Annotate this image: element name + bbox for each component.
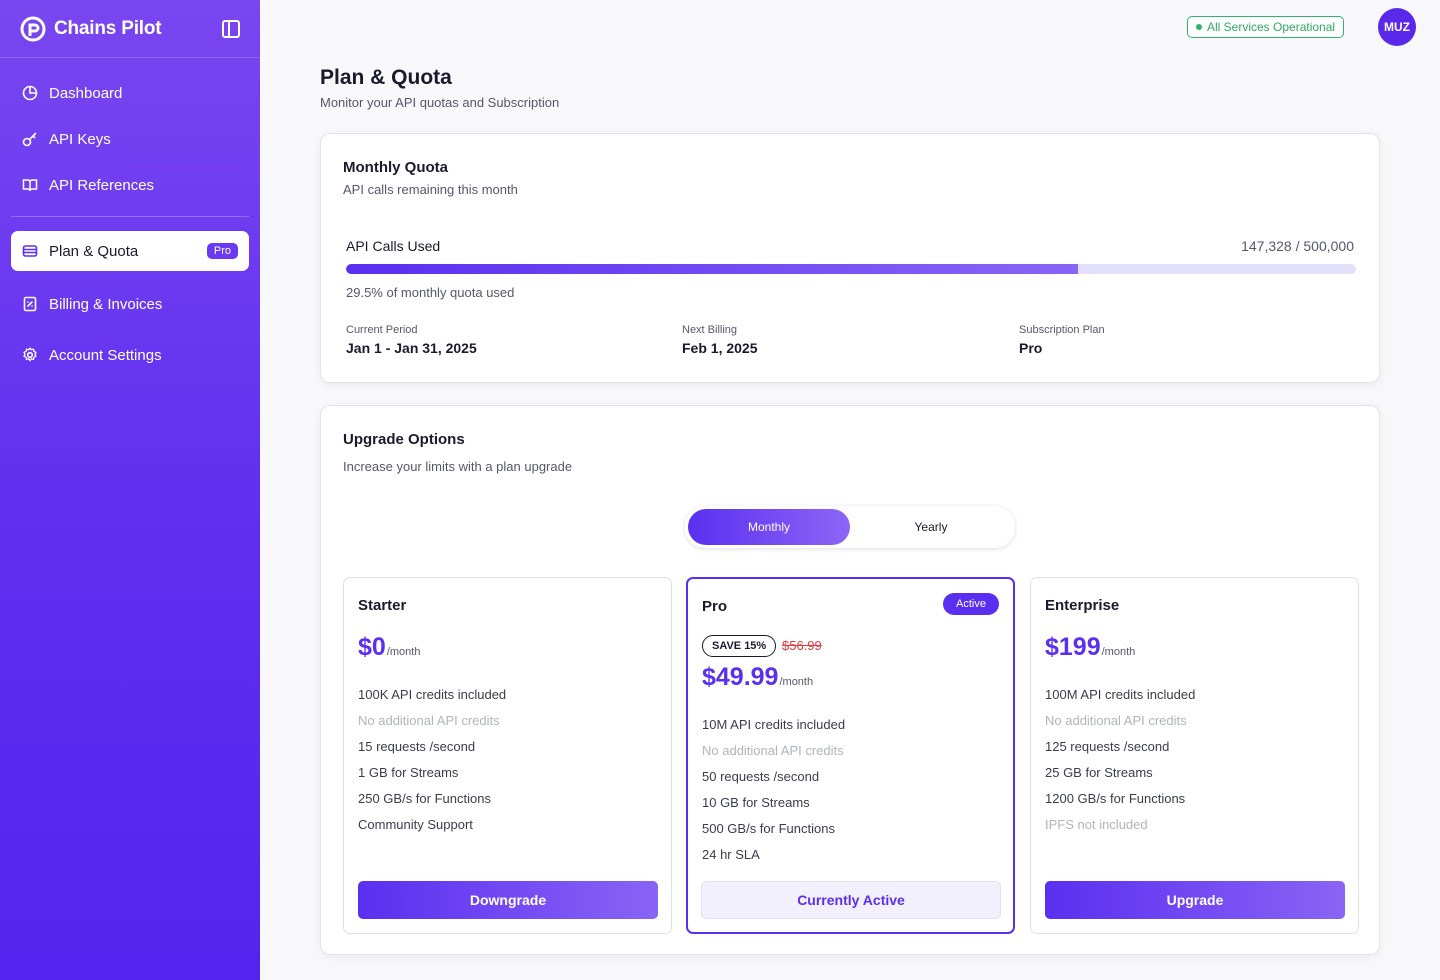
quota-title: Monthly Quota bbox=[343, 159, 448, 176]
billing-period-toggle: Monthly Yearly bbox=[685, 506, 1015, 548]
next-billing: Next Billing Feb 1, 2025 bbox=[682, 324, 758, 356]
meta-value: Feb 1, 2025 bbox=[682, 340, 758, 356]
key-icon bbox=[22, 131, 38, 147]
price-period: /month bbox=[386, 646, 421, 658]
api-calls-label: API Calls Used bbox=[346, 238, 441, 254]
feature-item: 50 requests /second bbox=[702, 769, 820, 784]
sidebar-item-account-settings[interactable]: Account Settings bbox=[0, 332, 260, 378]
feature-item: 500 GB/s for Functions bbox=[702, 821, 835, 836]
quota-subtitle: API calls remaining this month bbox=[343, 182, 518, 197]
quota-progress-bar bbox=[346, 264, 1356, 274]
sidebar-item-label: Dashboard bbox=[49, 84, 123, 102]
feature-item: No additional API credits bbox=[702, 743, 844, 758]
feature-item: IPFS not included bbox=[1045, 817, 1148, 832]
sidebar-item-label: API Keys bbox=[49, 130, 111, 148]
plan-badge: Pro bbox=[206, 243, 238, 259]
plan-name: Pro bbox=[702, 598, 728, 615]
avatar[interactable]: MUZ bbox=[1378, 8, 1416, 46]
plan-features: 100K API credits included No additional … bbox=[358, 682, 506, 838]
monthly-quota-card: Monthly Quota API calls remaining this m… bbox=[320, 133, 1380, 383]
service-status-badge: All Services Operational bbox=[1187, 16, 1345, 38]
active-badge: Active bbox=[943, 593, 999, 615]
plan-icon bbox=[22, 243, 38, 259]
plan-card-enterprise: Enterprise $199 /month 100M API credits … bbox=[1030, 577, 1359, 934]
upgrade-button[interactable]: Upgrade bbox=[1045, 881, 1345, 919]
old-price: $56.99 bbox=[782, 638, 822, 653]
downgrade-button[interactable]: Downgrade bbox=[358, 881, 658, 919]
price-amount: $49.99 bbox=[702, 663, 779, 691]
plan-card-starter: Starter $0 /month 100K API credits inclu… bbox=[343, 577, 672, 934]
plan-name: Enterprise bbox=[1045, 597, 1120, 614]
price-period: /month bbox=[779, 676, 814, 688]
feature-item: No additional API credits bbox=[1045, 713, 1187, 728]
meta-key: Current Period bbox=[346, 324, 418, 336]
sidebar: Chains Pilot Dashboard API Keys API Refe… bbox=[0, 0, 260, 980]
invoice-icon bbox=[22, 296, 38, 312]
status-dot-icon bbox=[1196, 24, 1202, 30]
feature-item: 100M API credits included bbox=[1045, 687, 1196, 702]
gear-icon bbox=[22, 347, 38, 363]
meta-value: Pro bbox=[1019, 340, 1043, 356]
sidebar-toggle-icon[interactable] bbox=[222, 20, 240, 38]
sidebar-nav: Dashboard API Keys API References Plan &… bbox=[0, 58, 260, 378]
brand: Chains Pilot bbox=[0, 0, 260, 58]
plan-card-pro: Pro Active SAVE 15% $56.99 $49.99 /month… bbox=[686, 577, 1015, 934]
brand-name: Chains Pilot bbox=[54, 17, 162, 39]
plan-price: $0 /month bbox=[358, 633, 420, 662]
toggle-yearly[interactable]: Yearly bbox=[850, 509, 1012, 545]
feature-item: 10 GB for Streams bbox=[702, 795, 810, 810]
service-status-text: All Services Operational bbox=[1207, 20, 1336, 34]
meta-value: Jan 1 - Jan 31, 2025 bbox=[346, 340, 477, 356]
sidebar-item-label: Plan & Quota bbox=[49, 242, 139, 260]
feature-item: 1200 GB/s for Functions bbox=[1045, 791, 1186, 806]
upgrade-title: Upgrade Options bbox=[343, 431, 465, 448]
plan-price: $49.99 /month bbox=[702, 663, 813, 692]
feature-item: 1 GB for Streams bbox=[358, 765, 459, 780]
plan-name: Starter bbox=[358, 597, 407, 614]
plan-features: 100M API credits included No additional … bbox=[1045, 682, 1195, 838]
plan-features: 10M API credits included No additional A… bbox=[702, 712, 845, 868]
feature-item: 100K API credits included bbox=[358, 687, 507, 702]
nav-divider bbox=[11, 216, 249, 217]
sidebar-item-label: API References bbox=[49, 176, 155, 194]
meta-key: Next Billing bbox=[682, 324, 738, 336]
dashboard-icon bbox=[22, 85, 38, 101]
sidebar-item-plan-quota[interactable]: Plan & Quota Pro bbox=[11, 231, 249, 271]
chains-pilot-logo-icon bbox=[20, 16, 46, 41]
feature-item: 10M API credits included bbox=[702, 717, 846, 732]
price-amount: $0 bbox=[358, 633, 386, 661]
quota-percent-text: 29.5% of monthly quota used bbox=[346, 285, 515, 300]
quota-progress-fill bbox=[346, 264, 1079, 274]
sidebar-item-api-keys[interactable]: API Keys bbox=[0, 116, 260, 162]
feature-item: 15 requests /second bbox=[358, 739, 476, 754]
sidebar-item-label: Billing & Invoices bbox=[49, 295, 163, 313]
save-badge: SAVE 15% bbox=[702, 635, 777, 657]
currently-active-button[interactable]: Currently Active bbox=[701, 881, 1001, 919]
book-icon bbox=[22, 177, 38, 193]
sidebar-item-label: Account Settings bbox=[49, 346, 162, 364]
page-title: Plan & Quota bbox=[320, 66, 452, 89]
upgrade-options-card: Upgrade Options Increase your limits wit… bbox=[320, 405, 1380, 955]
price-period: /month bbox=[1101, 646, 1136, 658]
upgrade-subtitle: Increase your limits with a plan upgrade bbox=[343, 459, 573, 474]
api-calls-value: 147,328 / 500,000 bbox=[1241, 238, 1354, 254]
meta-key: Subscription Plan bbox=[1019, 324, 1105, 336]
toggle-monthly[interactable]: Monthly bbox=[688, 509, 850, 545]
sidebar-item-billing-invoices[interactable]: Billing & Invoices bbox=[0, 281, 260, 327]
sidebar-item-api-references[interactable]: API References bbox=[0, 162, 260, 208]
subscription-plan: Subscription Plan Pro bbox=[1019, 324, 1105, 356]
feature-item: 250 GB/s for Functions bbox=[358, 791, 491, 806]
feature-item: Community Support bbox=[358, 817, 473, 832]
feature-item: 25 GB for Streams bbox=[1045, 765, 1153, 780]
feature-item: No additional API credits bbox=[358, 713, 500, 728]
price-amount: $199 bbox=[1045, 633, 1101, 661]
feature-item: 24 hr SLA bbox=[702, 847, 760, 862]
plan-price: $199 /month bbox=[1045, 633, 1135, 662]
feature-item: 125 requests /second bbox=[1045, 739, 1170, 754]
page-subtitle: Monitor your API quotas and Subscription bbox=[320, 95, 560, 110]
sidebar-item-dashboard[interactable]: Dashboard bbox=[0, 70, 260, 116]
current-period: Current Period Jan 1 - Jan 31, 2025 bbox=[346, 324, 477, 356]
